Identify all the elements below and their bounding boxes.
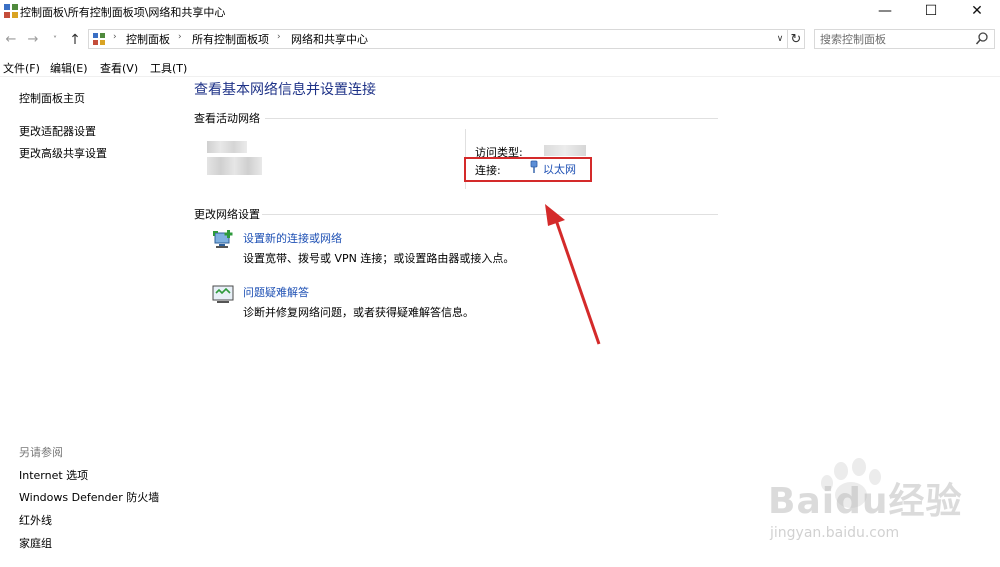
- refresh-icon[interactable]: ↻: [787, 29, 805, 49]
- control-panel-app-icon: [4, 4, 18, 18]
- network-type-redacted: [207, 157, 262, 175]
- annotation-highlight-box: [464, 157, 592, 182]
- maximize-button[interactable]: ☐: [908, 0, 954, 24]
- see-also-heading: 另请参阅: [19, 446, 63, 459]
- forward-arrow-icon[interactable]: →: [24, 30, 42, 50]
- watermark-text: Baidu经验: [768, 481, 963, 522]
- sidebar-control-panel-home[interactable]: 控制面板主页: [19, 90, 85, 106]
- section-divider: [262, 214, 718, 215]
- breadcrumb-separator[interactable]: ›: [178, 32, 182, 42]
- active-networks-header: 查看活动网络: [194, 112, 260, 125]
- search-input[interactable]: [820, 31, 970, 47]
- change-settings-header: 更改网络设置: [194, 208, 260, 221]
- breadcrumb-separator[interactable]: ›: [277, 32, 281, 42]
- section-divider: [265, 118, 718, 119]
- address-dropdown-icon[interactable]: ∨: [772, 30, 788, 48]
- sidebar-change-adapter-settings[interactable]: 更改适配器设置: [19, 123, 96, 139]
- control-panel-icon: [93, 33, 105, 45]
- search-icon[interactable]: [975, 31, 989, 47]
- breadcrumb-network-center[interactable]: 网络和共享中心: [291, 31, 368, 47]
- see-also-defender-firewall[interactable]: Windows Defender 防火墙: [19, 489, 159, 505]
- see-also-infrared[interactable]: 红外线: [19, 512, 52, 528]
- annotation-arrow: [545, 204, 601, 345]
- menu-tools[interactable]: 工具(T): [150, 60, 187, 76]
- troubleshoot-icon: [212, 285, 234, 303]
- troubleshoot-link[interactable]: 问题疑难解答: [243, 284, 309, 300]
- close-button[interactable]: ✕: [954, 0, 1000, 24]
- breadcrumb-separator: ›: [113, 32, 117, 42]
- back-arrow-icon[interactable]: ←: [2, 30, 20, 50]
- breadcrumb-all-items[interactable]: 所有控制面板项: [192, 31, 269, 47]
- setup-new-connection-description: 设置宽带、拨号或 VPN 连接；或设置路由器或接入点。: [243, 252, 515, 265]
- sidebar-change-advanced-sharing[interactable]: 更改高级共享设置: [19, 145, 107, 161]
- window-title: 控制面板\所有控制面板项\网络和共享中心: [20, 6, 226, 19]
- see-also-homegroup[interactable]: 家庭组: [19, 535, 52, 551]
- menu-edit[interactable]: 编辑(E): [50, 60, 88, 76]
- menu-view[interactable]: 查看(V): [100, 60, 138, 76]
- recent-locations-chevron-icon[interactable]: ˅: [46, 30, 64, 50]
- network-name-redacted: [207, 141, 247, 153]
- setup-new-connection-link[interactable]: 设置新的连接或网络: [243, 230, 342, 246]
- up-arrow-icon[interactable]: ↑: [66, 30, 84, 50]
- menu-file[interactable]: 文件(F): [3, 60, 40, 76]
- page-title: 查看基本网络信息并设置连接: [194, 82, 376, 98]
- access-type-value-redacted: [544, 145, 586, 156]
- breadcrumb-control-panel[interactable]: 控制面板: [126, 31, 170, 47]
- watermark-url: jingyan.baidu.com: [770, 525, 900, 541]
- new-connection-icon: [213, 230, 233, 248]
- menu-divider: [0, 76, 1000, 77]
- see-also-internet-options[interactable]: Internet 选项: [19, 467, 88, 483]
- troubleshoot-description: 诊断并修复网络问题，或者获得疑难解答信息。: [243, 306, 474, 319]
- minimize-button[interactable]: —: [862, 0, 908, 24]
